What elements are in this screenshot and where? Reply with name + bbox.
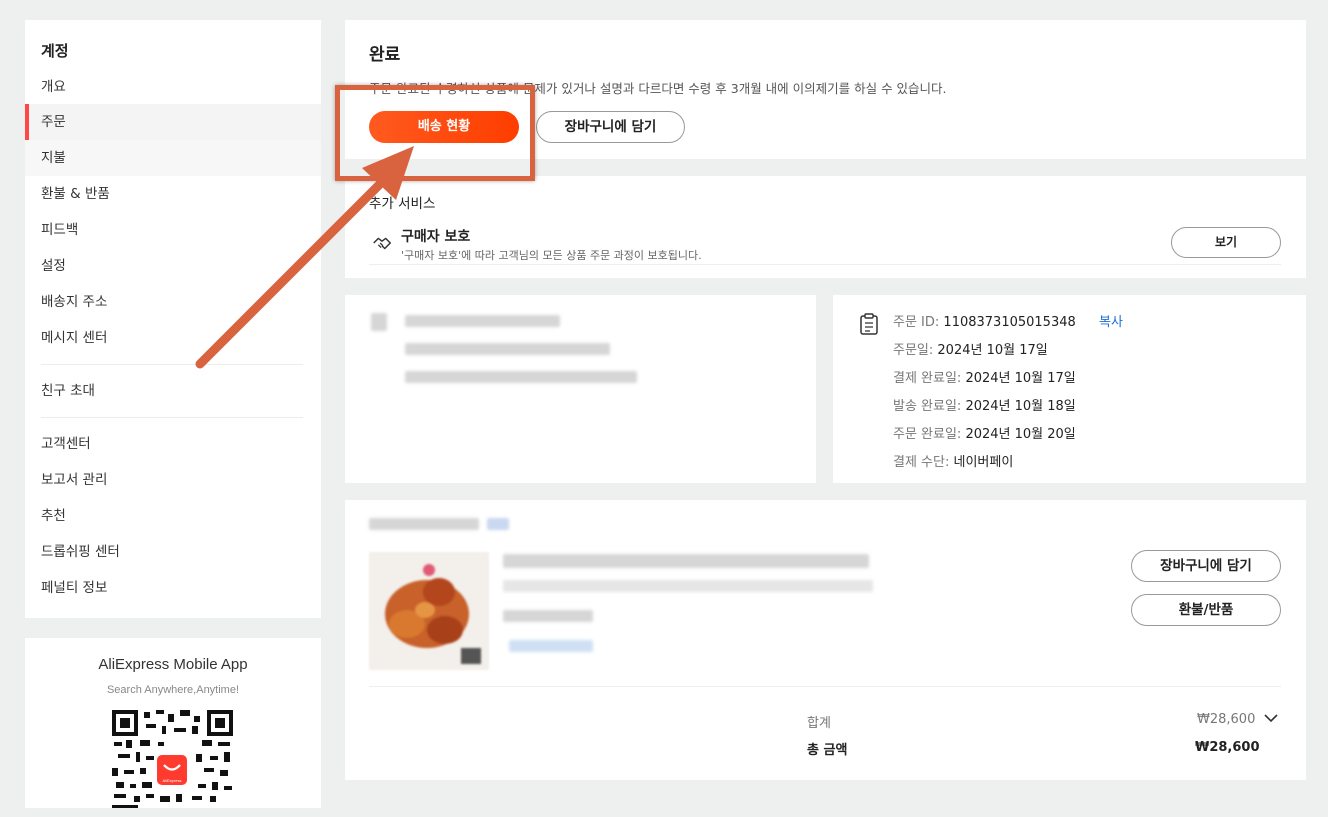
additional-services-card: 추가 서비스 구매자 보호 '구매자 보호'에 따라 고객님의 모든 상품 주문… <box>345 176 1306 278</box>
redacted-recipient <box>405 315 560 327</box>
subtotal-value: ₩28,600 <box>1197 712 1256 727</box>
app-promo-title: AliExpress Mobile App <box>98 656 248 673</box>
buyer-protection-description: '구매자 보호'에 따라 고객님의 모든 상품 주문 과정이 보호됩니다. <box>401 249 702 262</box>
view-protection-button[interactable]: 보기 <box>1171 227 1281 258</box>
order-info-card: 주문 ID: 1108373105015348 복사 주문일: 2024년 10… <box>833 295 1306 483</box>
qr-logo-text: AliExpress <box>163 778 182 783</box>
sidebar-item-reports[interactable]: 보고서 관리 <box>25 462 321 498</box>
services-title: 추가 서비스 <box>369 196 436 212</box>
completed-date-label: 주문 완료일: <box>893 427 962 442</box>
qr-code-icon: AliExpress <box>112 710 233 808</box>
order-date-label: 주문일: <box>893 343 934 358</box>
payment-method-row: 결제 수단: 네이버페이 <box>893 451 1013 470</box>
total-value: ₩28,600 <box>1195 740 1260 755</box>
buyer-protection-title: 구매자 보호 <box>401 229 471 245</box>
redacted-product-title <box>503 554 869 568</box>
location-icon <box>371 313 387 331</box>
qr-code: AliExpress <box>112 710 233 808</box>
annotation-highlight-box <box>335 85 535 181</box>
order-id-value: 1108373105015348 <box>943 315 1076 330</box>
chevron-down-icon[interactable] <box>1263 710 1279 726</box>
clipboard-icon <box>860 313 878 335</box>
sidebar-item-invite[interactable]: 친구 초대 <box>25 373 321 409</box>
services-divider <box>369 264 1281 265</box>
redacted-product-link <box>509 640 593 652</box>
sidebar-item-payment[interactable]: 지불 <box>25 140 321 176</box>
product-thumbnail[interactable] <box>369 552 489 670</box>
sidebar-item-penalty[interactable]: 페널티 정보 <box>25 570 321 606</box>
account-sidebar: 계정 개요 주문 지불 환불 & 반품 피드백 설정 배송지 주소 메시지 센터… <box>25 20 321 618</box>
total-label: 총 금액 <box>807 743 848 758</box>
completed-date-row: 주문 완료일: 2024년 10월 20일 <box>893 423 1076 442</box>
payment-date-value: 2024년 10월 17일 <box>965 371 1076 386</box>
redacted-product-variant <box>503 580 873 592</box>
order-status-title: 완료 <box>369 45 401 65</box>
sidebar-item-feedback[interactable]: 피드백 <box>25 212 321 248</box>
order-id-row: 주문 ID: 1108373105015348 <box>893 311 1076 330</box>
order-date-value: 2024년 10월 17일 <box>937 343 1048 358</box>
payment-date-row: 결제 완료일: 2024년 10월 17일 <box>893 367 1076 386</box>
sidebar-divider <box>41 417 303 418</box>
redacted-phone <box>405 343 610 355</box>
redacted-store-name <box>369 518 479 530</box>
app-promo-subtitle: Search Anywhere,Anytime! <box>106 684 240 696</box>
store-badge <box>487 518 509 530</box>
sidebar-item-overview[interactable]: 개요 <box>25 69 321 105</box>
payment-method-label: 결제 수단: <box>893 455 950 470</box>
sidebar-divider <box>41 364 303 365</box>
shipping-address-card <box>345 295 816 483</box>
item-divider <box>369 686 1281 687</box>
add-to-cart-button[interactable]: 장바구니에 담기 <box>536 111 685 143</box>
redacted-product-price <box>503 610 593 622</box>
sidebar-item-messages[interactable]: 메시지 센터 <box>25 320 321 356</box>
sidebar-item-orders[interactable]: 주문 <box>25 104 321 140</box>
order-date-row: 주문일: 2024년 10월 17일 <box>893 339 1048 358</box>
shipped-date-value: 2024년 10월 18일 <box>965 399 1076 414</box>
sidebar-item-refunds[interactable]: 환불 & 반품 <box>25 176 321 212</box>
payment-method-value: 네이버페이 <box>953 455 1014 470</box>
order-id-label: 주문 ID: <box>893 315 940 330</box>
subtotal-label: 합계 <box>807 716 831 731</box>
mobile-app-promo: AliExpress Mobile App Search Anywhere,An… <box>25 638 321 808</box>
refund-return-button[interactable]: 환불/반품 <box>1131 594 1281 626</box>
completed-date-value: 2024년 10월 20일 <box>965 427 1076 442</box>
redacted-address <box>405 371 637 383</box>
sidebar-item-addresses[interactable]: 배송지 주소 <box>25 284 321 320</box>
shipped-date-label: 발송 완료일: <box>893 399 962 414</box>
sidebar-item-settings[interactable]: 설정 <box>25 248 321 284</box>
handshake-icon <box>373 237 391 250</box>
sidebar-item-dropshipping[interactable]: 드롭쉬핑 센터 <box>25 534 321 570</box>
copy-order-id-link[interactable]: 복사 <box>1099 311 1123 330</box>
shipped-date-row: 발송 완료일: 2024년 10월 18일 <box>893 395 1076 414</box>
sidebar-item-support[interactable]: 고객센터 <box>25 426 321 462</box>
payment-date-label: 결제 완료일: <box>893 371 962 386</box>
order-item-card: 장바구니에 담기 환불/반품 합계 ₩28,600 총 금액 ₩28,600 <box>345 500 1306 780</box>
sidebar-title: 계정 <box>41 42 69 60</box>
item-add-to-cart-button[interactable]: 장바구니에 담기 <box>1131 550 1281 582</box>
sidebar-item-recommend[interactable]: 추천 <box>25 498 321 534</box>
